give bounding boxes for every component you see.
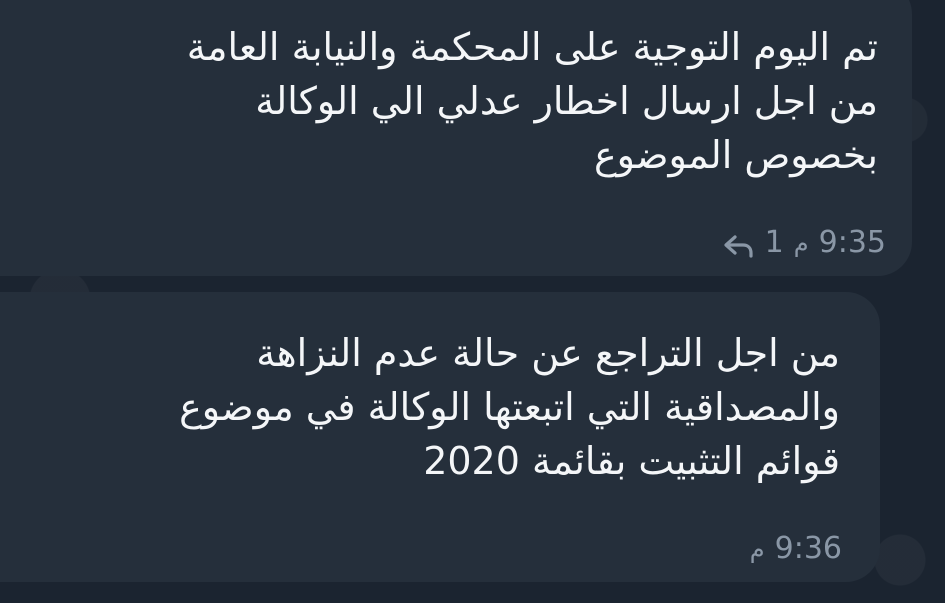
message-text: تم اليوم التوجية على المحكمة والنيابة ال… <box>187 20 878 182</box>
message-line: والمصداقية التي اتبعتها الوكالة في موضوع <box>179 385 840 429</box>
time-suffix: م <box>793 228 809 257</box>
message-line: قوائم التثبيت بقائمة 2020 <box>423 439 840 483</box>
message-text: من اجل التراجع عن حالة عدم النزاهة والمص… <box>179 326 840 488</box>
message-bubble[interactable]: من اجل التراجع عن حالة عدم النزاهة والمص… <box>0 292 880 582</box>
message-time: 9:35 <box>818 225 886 260</box>
message-time: 9:36 <box>774 531 842 566</box>
time-suffix: م <box>749 534 765 563</box>
message-line: من اجل ارسال اخطار عدلي الي الوكالة <box>255 79 878 123</box>
reply-arrow-icon[interactable] <box>723 231 755 258</box>
message-bubble[interactable]: تم اليوم التوجية على المحكمة والنيابة ال… <box>0 0 912 276</box>
message-line: من اجل التراجع عن حالة عدم النزاهة <box>256 331 840 375</box>
message-meta: 1 م 9:35 <box>723 225 886 260</box>
message-line: بخصوص الموضوع <box>593 133 878 177</box>
message-line: تم اليوم التوجية على المحكمة والنيابة ال… <box>186 25 878 69</box>
reply-count[interactable]: 1 <box>765 225 784 260</box>
message-meta: م 9:36 <box>750 531 842 566</box>
